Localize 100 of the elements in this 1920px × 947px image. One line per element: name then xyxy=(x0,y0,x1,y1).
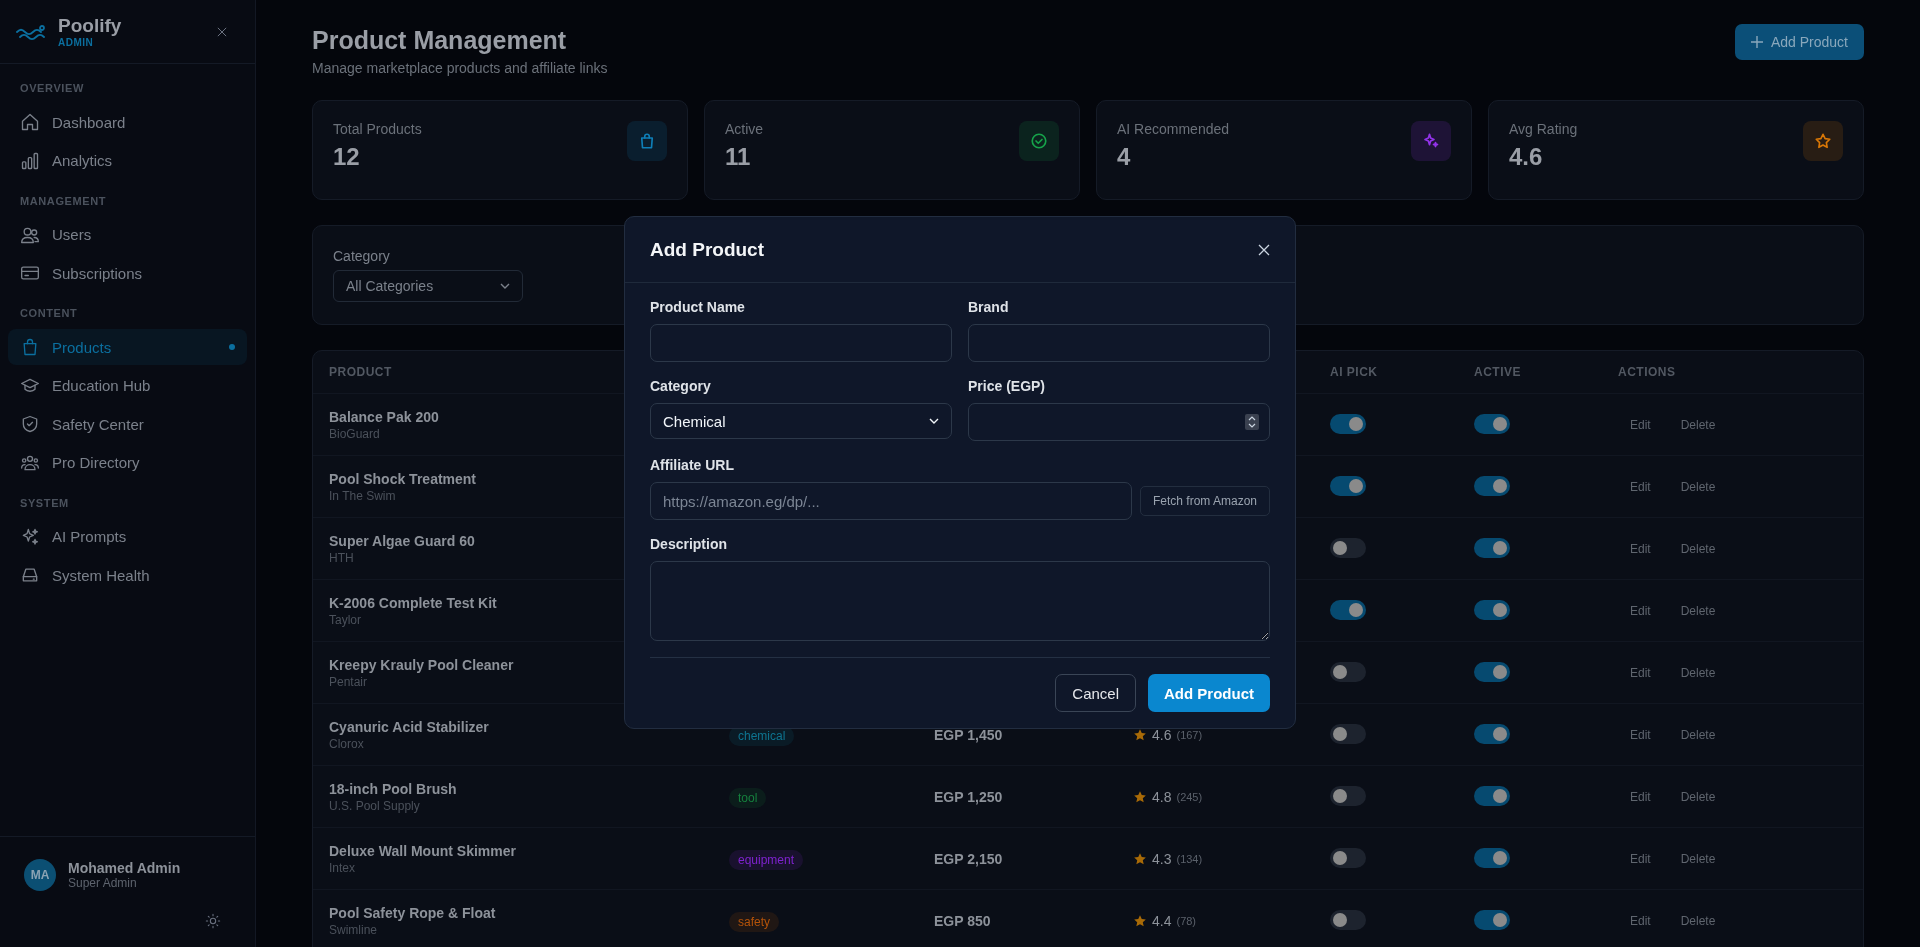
nav-item[interactable]: Education Hub xyxy=(8,367,247,404)
nav-item[interactable]: System Health xyxy=(8,557,247,593)
star-icon xyxy=(1133,727,1147,742)
active-toggle[interactable] xyxy=(1474,910,1510,930)
product-brand: Swimline xyxy=(329,922,377,937)
user-role: Super Admin xyxy=(68,876,138,890)
delete-button[interactable]: Delete xyxy=(1668,413,1728,436)
review-count: (78) xyxy=(1176,914,1197,927)
home-icon xyxy=(20,112,40,132)
rating-value: 4.3 xyxy=(1152,850,1172,867)
product-name: 18-inch Pool Brush xyxy=(329,780,457,797)
active-toggle[interactable] xyxy=(1474,538,1510,558)
shield-check-icon xyxy=(20,414,40,434)
price-cell: EGP 2,150 xyxy=(934,850,1003,867)
review-count: (167) xyxy=(1176,728,1203,741)
price-cell: EGP 1,450 xyxy=(934,726,1003,743)
edit-button[interactable]: Edit xyxy=(1618,909,1663,932)
field-label: Price (EGP) xyxy=(968,378,1047,394)
stat-value: 12 xyxy=(333,143,361,171)
bar-chart-icon xyxy=(20,150,40,171)
active-toggle[interactable] xyxy=(1474,414,1510,434)
product-name: Kreepy Krauly Pool Cleaner xyxy=(329,656,514,673)
review-count: (245) xyxy=(1176,790,1203,803)
stat-label: Active xyxy=(725,121,764,137)
fetch-button[interactable]: Fetch from Amazon xyxy=(1139,486,1270,516)
submit-button[interactable]: Add Product xyxy=(1148,674,1270,712)
ai-pick-toggle[interactable] xyxy=(1330,910,1366,930)
ai-pick-toggle[interactable] xyxy=(1330,414,1366,434)
delete-button[interactable]: Delete xyxy=(1668,661,1728,684)
plus-icon xyxy=(1750,36,1763,48)
edit-button[interactable]: Edit xyxy=(1618,413,1663,436)
product-brand: BioGuard xyxy=(329,426,380,441)
url-field[interactable]: https://amazon.eg/dp/... xyxy=(650,482,1132,520)
active-toggle[interactable] xyxy=(1474,600,1510,620)
field-label: Product Name xyxy=(650,299,746,315)
column-header: ACTIONS xyxy=(1618,365,1677,379)
active-toggle[interactable] xyxy=(1474,662,1510,682)
delete-button[interactable]: Delete xyxy=(1668,537,1728,560)
avatar: MA xyxy=(24,859,56,891)
edit-button[interactable]: Edit xyxy=(1618,537,1663,560)
text-field[interactable] xyxy=(968,324,1270,362)
field-label: Affiliate URL xyxy=(650,457,735,473)
star-icon xyxy=(1133,789,1147,804)
edit-button[interactable]: Edit xyxy=(1618,475,1663,498)
price-field[interactable] xyxy=(968,403,1270,441)
category-dropdown[interactable]: Chemical xyxy=(650,403,952,439)
nav-item[interactable]: Pro Directory xyxy=(8,444,247,481)
nav-item[interactable]: Users xyxy=(8,216,247,253)
ai-pick-toggle[interactable] xyxy=(1330,476,1366,496)
nav-item[interactable]: Subscriptions xyxy=(8,255,247,291)
delete-button[interactable]: Delete xyxy=(1668,847,1728,870)
ai-pick-toggle[interactable] xyxy=(1330,662,1366,682)
stat-label: Total Products xyxy=(333,121,422,137)
text-field[interactable] xyxy=(650,324,952,362)
edit-button[interactable]: Edit xyxy=(1618,847,1663,870)
active-toggle[interactable] xyxy=(1474,476,1510,496)
ai-pick-toggle[interactable] xyxy=(1330,724,1366,744)
ai-pick-toggle[interactable] xyxy=(1330,538,1366,558)
sun-icon[interactable] xyxy=(205,913,221,929)
spinner-icon[interactable] xyxy=(1245,414,1259,430)
edit-button[interactable]: Edit xyxy=(1618,723,1663,746)
nav-item[interactable]: Safety Center xyxy=(8,406,247,442)
edit-button[interactable]: Edit xyxy=(1618,661,1663,684)
active-toggle[interactable] xyxy=(1474,848,1510,868)
nav-item[interactable]: Analytics xyxy=(8,142,247,179)
edit-button[interactable]: Edit xyxy=(1618,785,1663,808)
column-header: PRODUCT xyxy=(329,365,393,379)
ai-pick-toggle[interactable] xyxy=(1330,848,1366,868)
delete-button[interactable]: Delete xyxy=(1668,909,1728,932)
product-name: Pool Shock Treatment xyxy=(329,470,477,487)
add-product-button[interactable]: Add Product xyxy=(1734,24,1864,60)
chevron-down-icon xyxy=(500,283,510,289)
section-title: CONTENT xyxy=(19,306,79,321)
chevron-down-icon xyxy=(929,418,939,424)
ai-pick-toggle[interactable] xyxy=(1330,600,1366,620)
dialog-title: Add Product xyxy=(650,238,764,261)
column-header: AI PICK xyxy=(1330,365,1379,379)
ai-pick-toggle[interactable] xyxy=(1330,786,1366,806)
filter-label: Category xyxy=(333,248,390,264)
product-brand: U.S. Pool Supply xyxy=(329,798,420,813)
edit-button[interactable]: Edit xyxy=(1618,599,1663,622)
category-select[interactable]: All Categories xyxy=(333,270,523,302)
active-toggle[interactable] xyxy=(1474,724,1510,744)
delete-button[interactable]: Delete xyxy=(1668,475,1728,498)
product-name: Super Algae Guard 60 xyxy=(329,532,475,549)
rating-value: 4.6 xyxy=(1152,726,1172,743)
product-brand: Taylor xyxy=(329,612,361,627)
cancel-button[interactable]: Cancel xyxy=(1055,674,1136,712)
active-toggle[interactable] xyxy=(1474,786,1510,806)
nav-item[interactable]: Products xyxy=(8,329,247,365)
nav-item[interactable]: AI Prompts xyxy=(8,518,247,555)
delete-button[interactable]: Delete xyxy=(1668,785,1728,808)
nav-item[interactable]: Dashboard xyxy=(8,104,247,140)
description-field[interactable] xyxy=(650,561,1270,641)
price-cell: EGP 850 xyxy=(934,912,991,929)
product-name: Deluxe Wall Mount Skimmer xyxy=(329,842,516,859)
delete-button[interactable]: Delete xyxy=(1668,723,1728,746)
category-tag: equipment xyxy=(729,849,804,870)
product-name: Pool Safety Rope & Float xyxy=(329,904,496,921)
delete-button[interactable]: Delete xyxy=(1668,599,1728,622)
